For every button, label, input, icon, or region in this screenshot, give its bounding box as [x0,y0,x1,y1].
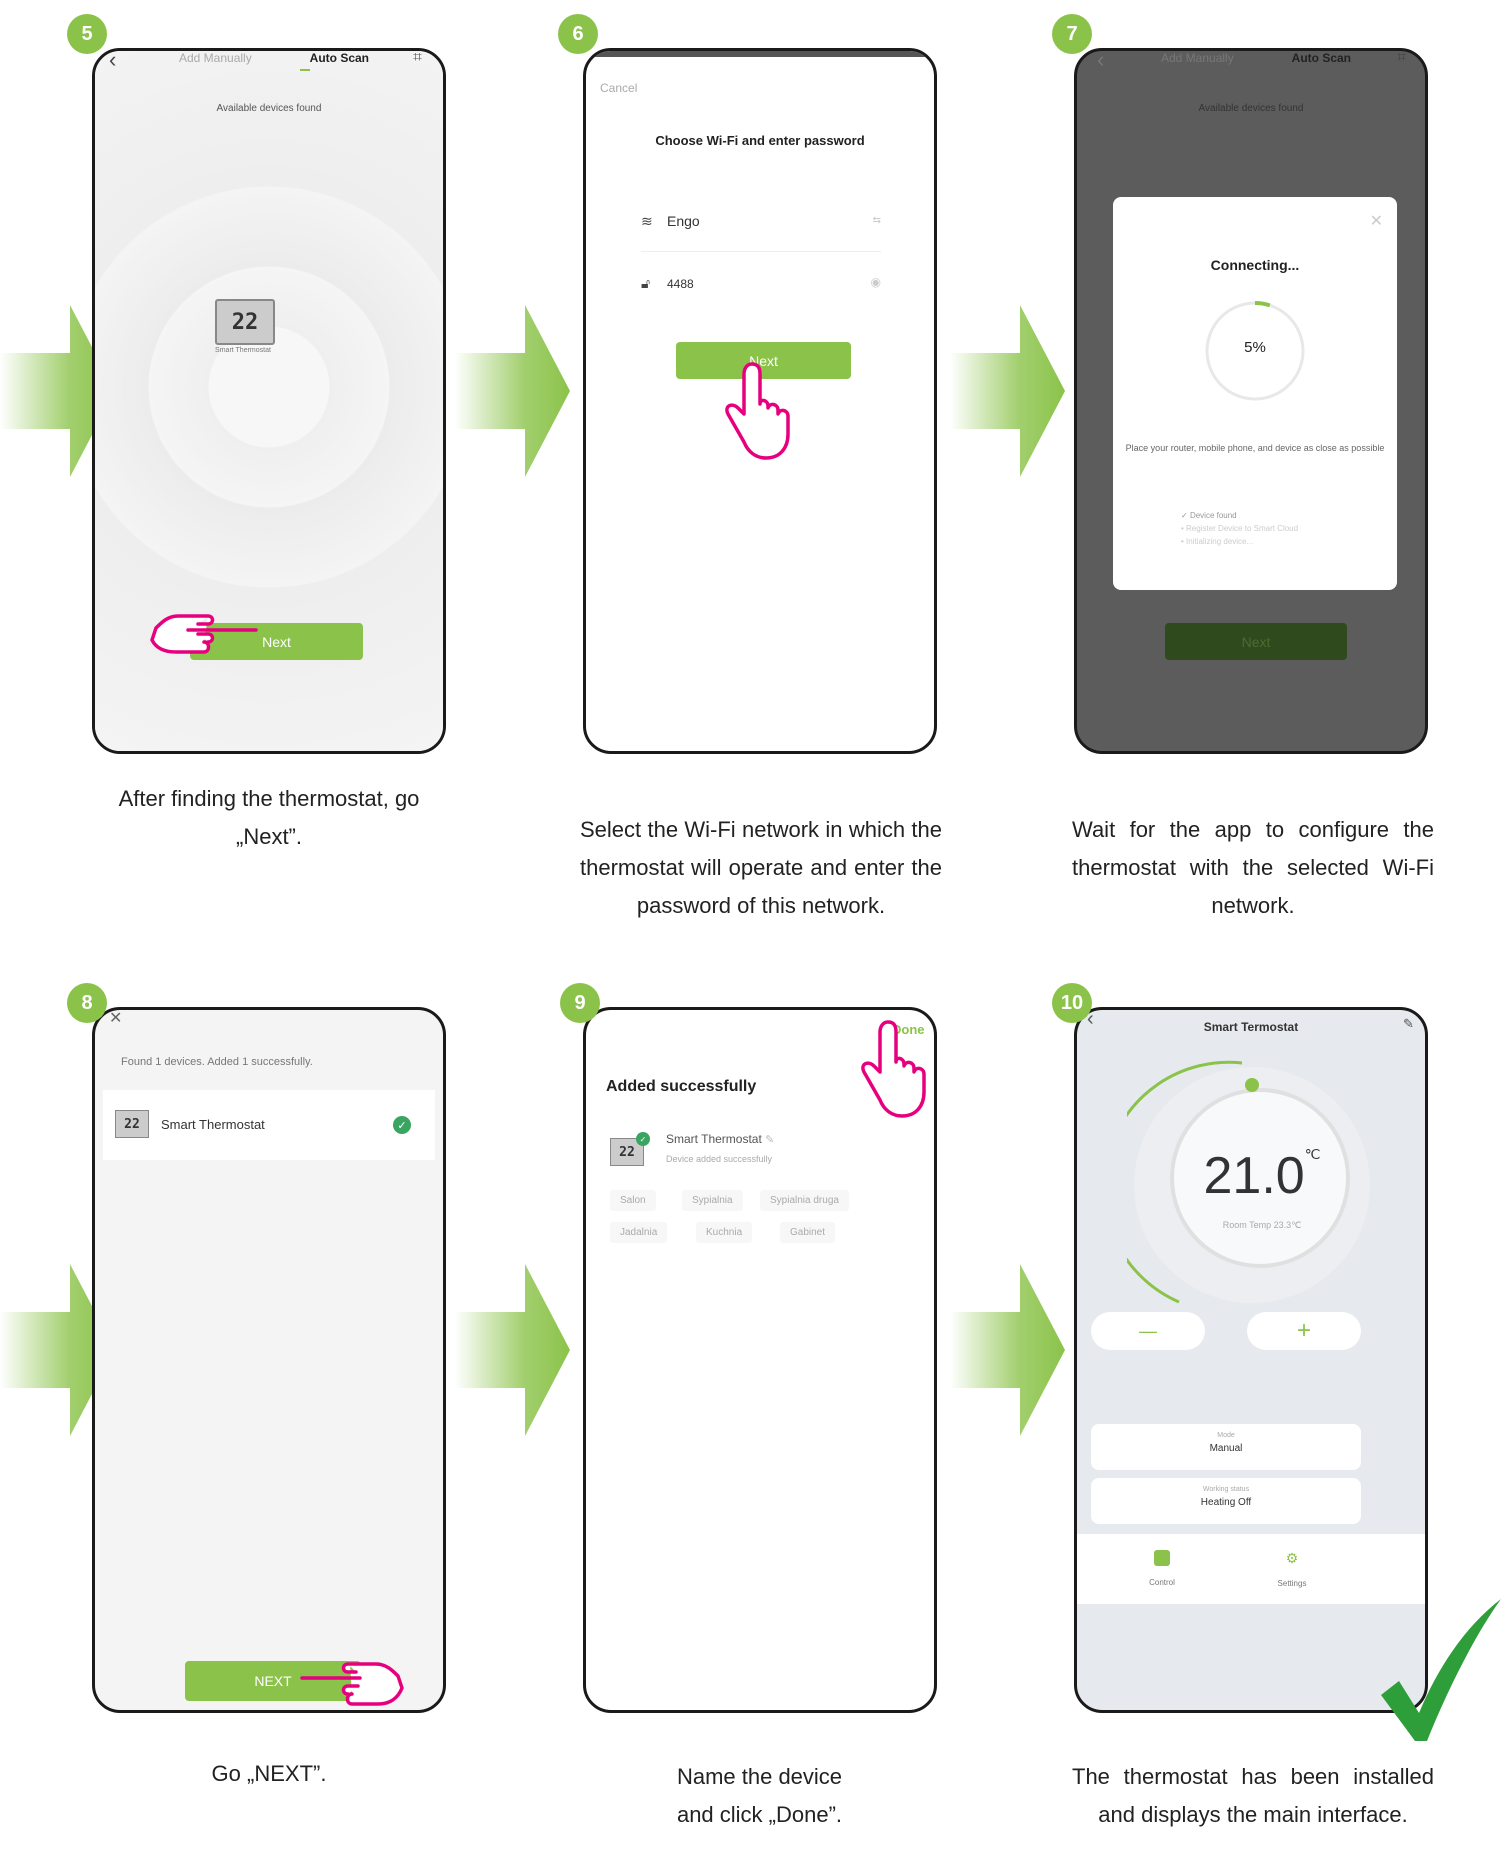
room-tag[interactable]: Jadalnia [610,1222,668,1243]
room-tag[interactable]: Gabinet [780,1222,836,1243]
phone-screen-auto-scan: ‹ Add Manually Auto Scan ⌗ Available dev… [92,48,446,754]
found-text: Available devices found [1198,103,1304,114]
step-caption: After finding the thermostat, go „Next”. [118,786,420,849]
device-thumbnail[interactable]: 22 [215,299,275,345]
step-item: ✓ Device found [1181,511,1237,520]
connecting-dialog: ✕ Connecting... 5% Place your router, mo… [1113,197,1397,590]
working-status-card[interactable]: Working status Heating Off [1091,1478,1361,1524]
page-title: Added successfully [606,1078,757,1095]
step-badge: 7 [1052,14,1092,54]
scan-icon[interactable]: ⌗ [413,51,422,67]
arrow-right-icon [950,1264,1065,1436]
password-value: 4488 [667,277,694,291]
step-caption: Wait for the app to configure the thermo… [1072,817,1434,918]
step-badge: 10 [1052,983,1092,1023]
device-name: Smart Thermostat [161,1117,265,1132]
decrease-button[interactable]: — [1091,1312,1205,1350]
phone-screen-connecting: ‹ Add Manually Auto Scan ⌗ Available dev… [1074,48,1428,754]
tab-auto-scan[interactable]: Auto Scan [1292,51,1351,65]
scan-icon[interactable]: ⌗ [1397,51,1406,67]
device-thumbnail: 22 [115,1110,149,1138]
page-title: Smart Termostat [1203,1020,1299,1034]
tab-auto-scan[interactable]: Auto Scan [310,51,369,65]
proximity-hint: Place your router, mobile phone, and dev… [1125,443,1385,453]
dial-handle [1245,1078,1259,1092]
room-tag[interactable]: Kuchnia [696,1222,753,1243]
increase-button[interactable]: + [1247,1312,1361,1350]
password-field[interactable]: 🔓︎ 4488 ◉ [641,275,881,305]
back-icon[interactable]: ‹ [1097,51,1104,73]
step-caption: Go „NEXT”. [211,1761,327,1786]
step-badge: 9 [560,983,600,1023]
device-name: Smart Thermostat [215,347,271,354]
room-tag[interactable]: Sypialnia druga [760,1190,849,1211]
room-tag[interactable]: Salon [610,1190,656,1211]
back-icon[interactable]: ‹ [109,51,116,73]
step-caption: Select the Wi-Fi network in which the th… [580,817,942,918]
pointing-hand-icon [300,1662,404,1706]
close-icon[interactable]: ✕ [1370,211,1383,231]
tab-add-manually[interactable]: Add Manually [179,51,252,65]
step-badge: 6 [558,14,598,54]
bottom-nav: Control ⚙ Settings [1077,1534,1425,1604]
connecting-title: Connecting... [1210,257,1300,273]
room-tag[interactable]: Sypialnia [682,1190,743,1211]
device-status: Device added successfully [666,1154,773,1164]
gear-icon: ⚙ [1285,1550,1299,1566]
eye-icon[interactable]: ◉ [871,275,881,289]
nav-settings[interactable]: ⚙ Settings [1267,1550,1317,1588]
success-check-icon: ✓ [636,1132,650,1146]
switch-network-icon[interactable]: ⇆ [873,215,881,226]
pointing-hand-icon [150,614,258,654]
edit-icon[interactable]: ✎ [1403,1016,1414,1032]
found-text: Found 1 devices. Added 1 successfully. [121,1056,313,1068]
nav-control[interactable]: Control [1137,1550,1187,1587]
device-row[interactable]: 22 Smart Thermostat ✓ [103,1090,435,1160]
step-badge: 5 [67,14,107,54]
arrow-right-icon [950,305,1065,477]
pointing-hand-icon [861,1020,926,1118]
step-item: • Register Device to Smart Cloud [1181,524,1299,533]
set-temperature: 21.0℃ [1203,1146,1321,1205]
arrow-right-icon [455,305,570,477]
pointing-hand-icon [725,362,790,460]
close-icon[interactable]: ✕ [109,1010,122,1028]
edit-icon[interactable]: ✎ [765,1134,774,1146]
check-icon: ✓ [393,1116,411,1134]
step-caption: The thermostat has been installed and di… [1072,1764,1434,1827]
tab-add-manually[interactable]: Add Manually [1161,51,1234,65]
lock-icon: 🔓︎ [641,275,651,291]
progress-percent: 5% [1244,339,1266,356]
mode-card[interactable]: Mode Manual [1091,1424,1361,1470]
room-temperature: Room Temp 23.3℃ [1222,1220,1302,1230]
phone-screen-added: ✕ Found 1 devices. Added 1 successfully.… [92,1007,446,1713]
device-name[interactable]: Smart Thermostat ✎ [666,1132,774,1146]
cancel-button[interactable]: Cancel [600,81,637,95]
arrow-right-icon [455,1264,570,1436]
step-item: • Initializing device... [1181,537,1254,546]
next-button[interactable]: Next [1165,623,1347,660]
wifi-field[interactable]: ≋ Engo ⇆ [641,211,881,252]
checkmark-icon [1381,1599,1501,1741]
wifi-icon: ≋ [641,213,653,229]
step-badge: 8 [67,983,107,1023]
step-caption: Name the device and click „Done”. [676,1764,843,1827]
grid-icon [1154,1550,1170,1566]
found-text: Available devices found [216,103,322,114]
wifi-name: Engo [667,213,700,229]
page-title: Choose Wi-Fi and enter password [655,133,865,148]
